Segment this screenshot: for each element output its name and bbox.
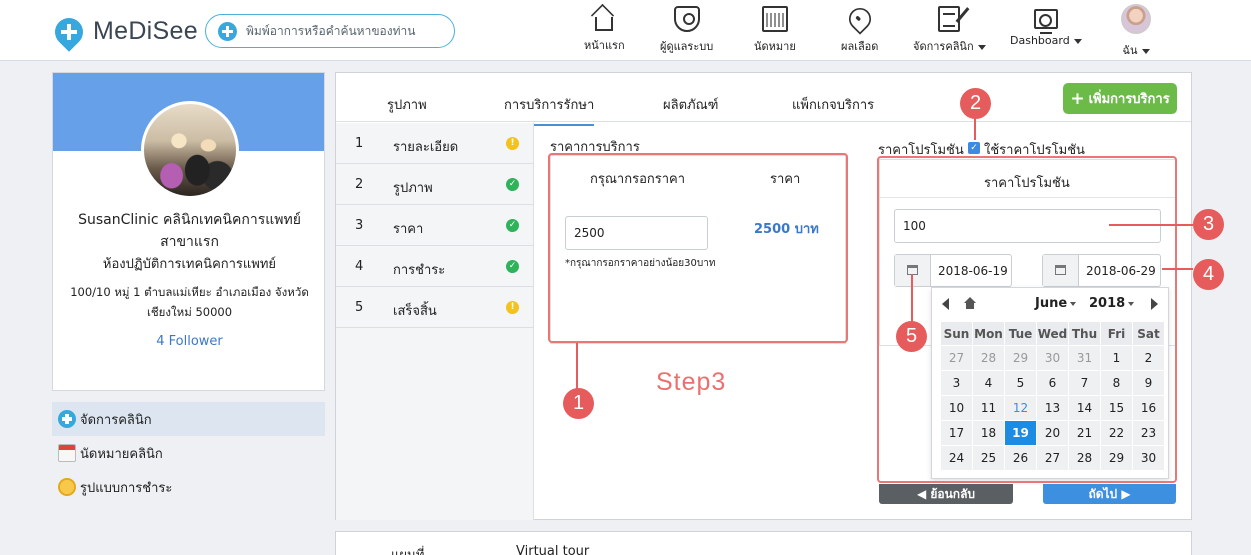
sidemenu-item-clinic[interactable]: จัดการคลินิก [52,402,325,436]
step-item-price[interactable]: 3 ราคา ✓ [336,205,533,246]
annotation-badge-2: 2 [960,88,991,119]
sidemenu-item-appointment[interactable]: นัดหมายคลินิก [52,436,325,470]
annotation-step-label: Step3 [656,368,727,396]
caret-down-icon [1073,38,1082,44]
tab-package[interactable]: แพ็กเกจบริการ [792,94,874,115]
tab-product[interactable]: ผลิตภัณฑ์ [663,94,718,115]
tab-virtual-tour[interactable]: Virtual tour [516,544,589,555]
check-icon: ✓ [506,260,519,273]
bottom-tab-panel: แผนที่ Virtual tour [335,531,1192,555]
clinic-subtitle: ห้องปฏิบัติการเทคนิคการแพทย์ [102,257,277,272]
warning-icon: ! [506,137,519,150]
home-icon [595,17,614,31]
use-promo-checkbox[interactable]: ✓ [968,142,980,154]
edit-note-icon [938,6,961,32]
nav-appointment[interactable]: นัดหมาย [754,6,796,55]
annotation-line-1 [576,343,578,389]
tab-bar: รูปภาพ การบริการรักษา ผลิตภัณฑ์ แพ็กเกจบ… [336,73,1191,126]
next-button[interactable]: ถัดไป ▶ [1043,484,1176,504]
clinic-photo [141,101,239,199]
warning-icon: ! [506,301,519,314]
step-item-photo[interactable]: 2 รูปภาพ ✓ [336,164,533,205]
clinic-name: SusanClinic คลินิกเทคนิคการแพทย์ สาขาแรก [78,212,301,250]
search-box[interactable] [205,14,455,48]
add-service-button[interactable]: + เพิ่มการบริการ [1063,83,1177,114]
top-bar: MeDiSee หน้าแรก ผู้ดูแลระบบ นัดหมาย ผลเล… [0,0,1251,61]
search-input[interactable] [246,24,446,38]
nav-blood[interactable]: ผลเลือด [841,3,878,55]
service-panel: รูปภาพ การบริการรักษา ผลิตภัณฑ์ แพ็กเกจบ… [335,72,1224,520]
logo-pin-icon [49,11,89,52]
tab-map[interactable]: แผนที่ [391,544,424,555]
logo-text: MeDiSee [93,17,198,45]
annotation-line-5 [911,274,913,322]
nav-admin[interactable]: ผู้ดูแลระบบ [660,6,713,55]
tab-photo[interactable]: รูปภาพ [387,94,427,115]
annotation-badge-1: 1 [563,388,594,419]
logo[interactable]: MeDiSee [49,11,198,52]
tab-service[interactable]: การบริการรักษา [504,94,595,126]
calendar-icon [761,6,788,32]
user-shield-icon [673,6,700,32]
back-button[interactable]: ◀ ย้อนกลับ [879,484,1013,504]
search-plus-icon [218,21,237,41]
caret-down-icon [977,44,986,50]
annotation-badge-3: 3 [1193,209,1224,240]
annotation-badge-5: 5 [896,321,927,352]
step-item-details[interactable]: 1 รายละเอียด ! [336,123,533,164]
check-icon: ✓ [506,178,519,191]
calendar-icon [58,444,76,462]
clinic-address: 100/10 หมู่ 1 ตำบลแม่เหียะ อำเภอเมือง จั… [70,285,309,319]
caret-down-icon [1141,48,1150,54]
annotation-frame-price [548,153,848,343]
step-item-finish[interactable]: 5 เสร็จสิ้น ! [336,287,533,328]
annotation-line-3 [1109,224,1193,226]
avatar [1121,4,1151,34]
step-item-payment[interactable]: 4 การชำระ ✓ [336,246,533,287]
plus-icon: + [1070,88,1085,109]
nav-home[interactable]: หน้าแรก [584,6,625,54]
follower-count[interactable]: 4 Follower [53,334,326,349]
sidemenu-item-payment[interactable]: รูปแบบการชำระ [52,470,325,504]
annotation-line-4 [1162,268,1193,270]
side-menu: จัดการคลินิก นัดหมายคลินิก รูปแบบการชำระ [52,402,325,504]
step-list: 1 รายละเอียด ! 2 รูปภาพ ✓ 3 ราคา ✓ 4 การ… [336,123,534,520]
blood-drop-icon [844,3,876,35]
nav-dashboard-dropdown[interactable]: Dashboard [1010,6,1082,47]
nav-clinic-dropdown[interactable]: จัดการคลินิก [913,6,986,55]
nav-user-dropdown[interactable]: ฉัน [1121,4,1151,59]
annotation-badge-4: 4 [1193,259,1224,290]
clinic-plus-icon [58,410,76,428]
annotation-frame-promo [877,156,1177,483]
clinic-profile-card: SusanClinic คลินิกเทคนิคการแพทย์ สาขาแรก… [52,72,325,391]
coin-icon [58,478,76,496]
check-icon: ✓ [506,219,519,232]
dashboard-board-icon [1033,9,1058,34]
annotation-line-2 [974,118,976,140]
